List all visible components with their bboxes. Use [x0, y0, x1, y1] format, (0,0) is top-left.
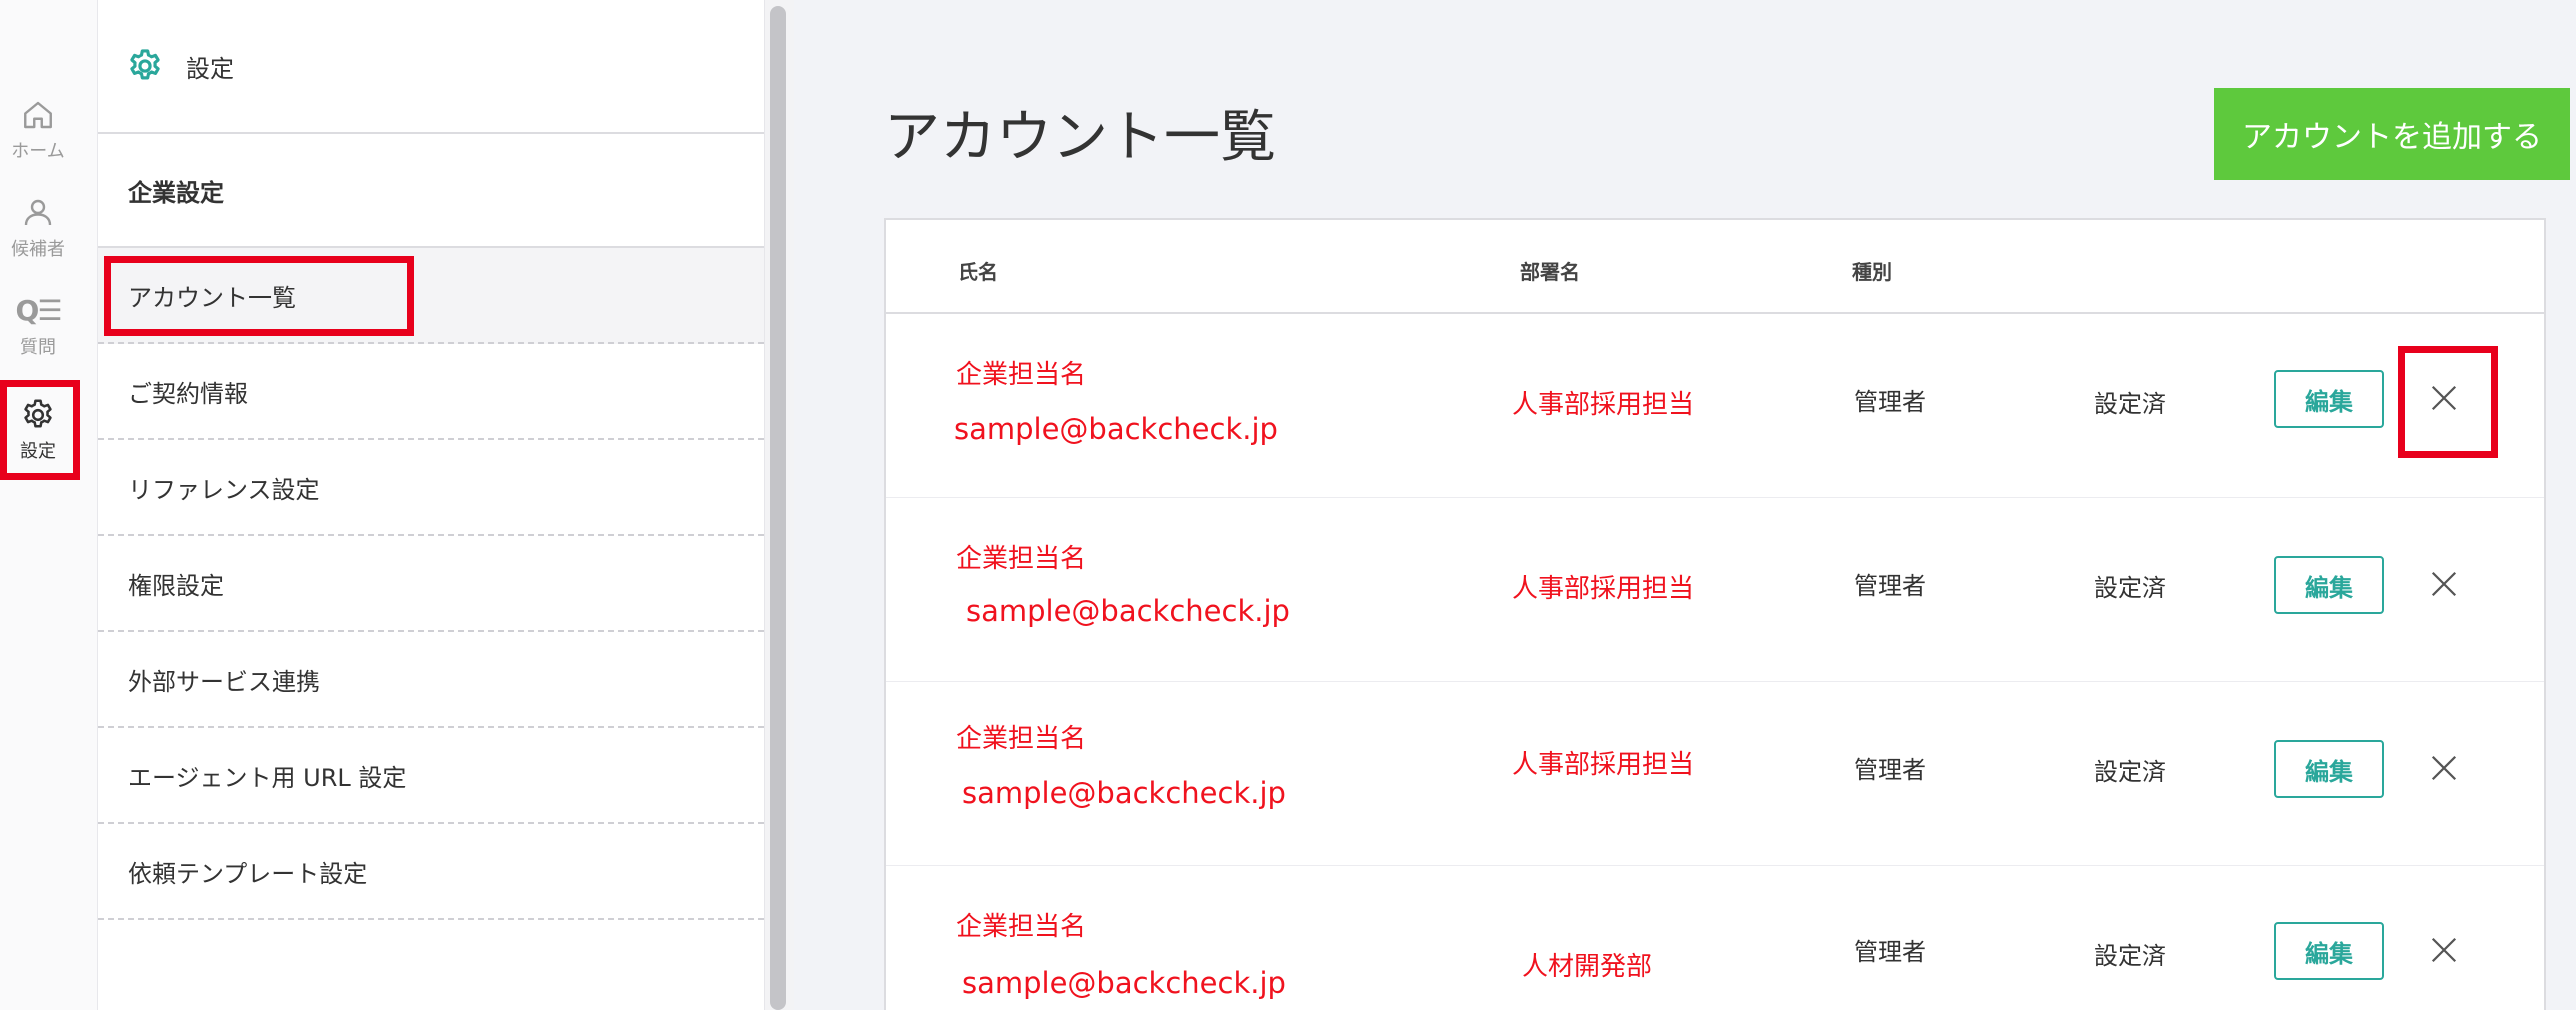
close-icon: [2431, 385, 2457, 411]
account-department: 人事部採用担当: [1512, 750, 1695, 780]
account-status: 設定済: [2094, 942, 2166, 970]
edit-button[interactable]: 編集: [2274, 740, 2384, 798]
account-email: sample@backcheck.jp: [962, 966, 1286, 1000]
table-row: 企業担当名 sample@backcheck.jp 人事部採用担当 管理者 設定…: [886, 498, 2544, 682]
account-status: 設定済: [2094, 390, 2166, 418]
delete-button[interactable]: [2424, 564, 2464, 604]
table-header: 氏名 部署名 種別: [886, 220, 2544, 314]
column-header-name: 氏名: [958, 260, 998, 284]
sidebar-item-request-template-settings[interactable]: 依頼テンプレート設定: [98, 824, 764, 920]
rail-label-questions: 質問: [20, 337, 56, 358]
gear-icon: [130, 49, 160, 80]
sidebar-item-label: リファレンス設定: [128, 475, 320, 504]
account-type: 管理者: [1854, 388, 1926, 416]
page-title: アカウント一覧: [884, 105, 1276, 170]
sidebar-item-reference-settings[interactable]: リファレンス設定: [98, 440, 764, 536]
account-status: 設定済: [2094, 574, 2166, 602]
add-account-button[interactable]: アカウントを追加する: [2214, 88, 2570, 180]
question-list-icon: Q☰: [15, 294, 63, 327]
edit-button[interactable]: 編集: [2274, 556, 2384, 614]
sidebar-header: 設定: [98, 0, 764, 134]
table-row: 企業担当名 sample@backcheck.jp 人事部採用担当 管理者 設定…: [886, 314, 2544, 498]
rail-label-settings: 設定: [20, 441, 56, 462]
account-email: sample@backcheck.jp: [966, 594, 1290, 628]
account-department: 人事部採用担当: [1512, 574, 1695, 604]
sidebar-item-agent-url-settings[interactable]: エージェント用 URL 設定: [98, 728, 764, 824]
sidebar-item-permission-settings[interactable]: 権限設定: [98, 536, 764, 632]
sidebar-item-label: 権限設定: [128, 571, 224, 600]
account-name: 企業担当名: [956, 912, 1087, 942]
account-type: 管理者: [1854, 938, 1926, 966]
rail-item-settings[interactable]: 設定: [0, 382, 76, 478]
account-name: 企業担当名: [956, 724, 1087, 754]
account-status: 設定済: [2094, 758, 2166, 786]
rail-item-questions[interactable]: Q☰ 質問: [0, 278, 76, 374]
icon-rail: ホーム 候補者 Q☰ 質問 設定: [0, 0, 98, 1010]
column-header-department: 部署名: [1520, 260, 1580, 284]
account-department: 人事部採用担当: [1512, 390, 1695, 420]
delete-button[interactable]: [2424, 378, 2464, 418]
person-icon: [24, 199, 52, 226]
table-row: 企業担当名 sample@backcheck.jp 人材開発部 管理者 設定済 …: [886, 866, 2544, 1010]
account-name: 企業担当名: [956, 360, 1087, 390]
sidebar-section-heading: 企業設定: [98, 134, 764, 248]
column-header-type: 種別: [1852, 260, 1892, 284]
gear-icon: [24, 399, 52, 428]
close-icon: [2431, 755, 2457, 781]
home-icon: [24, 101, 52, 129]
table-row: 企業担当名 sample@backcheck.jp 人事部採用担当 管理者 設定…: [886, 682, 2544, 866]
rail-item-home[interactable]: ホーム: [0, 82, 76, 178]
account-type: 管理者: [1854, 756, 1926, 784]
account-email: sample@backcheck.jp: [962, 776, 1286, 810]
account-department: 人材開発部: [1522, 952, 1653, 982]
account-table: 氏名 部署名 種別 企業担当名 sample@backcheck.jp 人事部採…: [884, 218, 2546, 1010]
delete-button[interactable]: [2424, 748, 2464, 788]
edit-button[interactable]: 編集: [2274, 370, 2384, 428]
sidebar-item-label: 外部サービス連携: [128, 667, 320, 696]
settings-sidebar: 設定 企業設定 アカウント一覧 ご契約情報 リファレンス設定 権限設定 外部サー…: [98, 0, 764, 1010]
rail-label-home: ホーム: [11, 141, 65, 162]
sidebar-item-contract-info[interactable]: ご契約情報: [98, 344, 764, 440]
account-name: 企業担当名: [956, 544, 1087, 574]
sidebar-item-account-list[interactable]: アカウント一覧: [98, 248, 764, 344]
account-type: 管理者: [1854, 572, 1926, 600]
rail-item-candidates[interactable]: 候補者: [0, 180, 76, 276]
close-icon: [2431, 571, 2457, 597]
sidebar-item-label: エージェント用 URL 設定: [128, 763, 407, 792]
sidebar-item-label: 依頼テンプレート設定: [128, 859, 368, 888]
sidebar-item-external-services[interactable]: 外部サービス連携: [98, 632, 764, 728]
sidebar-item-label: ご契約情報: [128, 379, 248, 408]
rail-label-candidates: 候補者: [11, 239, 65, 260]
sidebar-scrollbar-thumb[interactable]: [770, 6, 786, 1010]
close-icon: [2431, 937, 2457, 963]
sidebar-title: 設定: [186, 54, 234, 83]
sidebar-item-label: アカウント一覧: [128, 283, 296, 312]
account-email: sample@backcheck.jp: [954, 412, 1278, 446]
edit-button[interactable]: 編集: [2274, 922, 2384, 980]
delete-button[interactable]: [2424, 930, 2464, 970]
